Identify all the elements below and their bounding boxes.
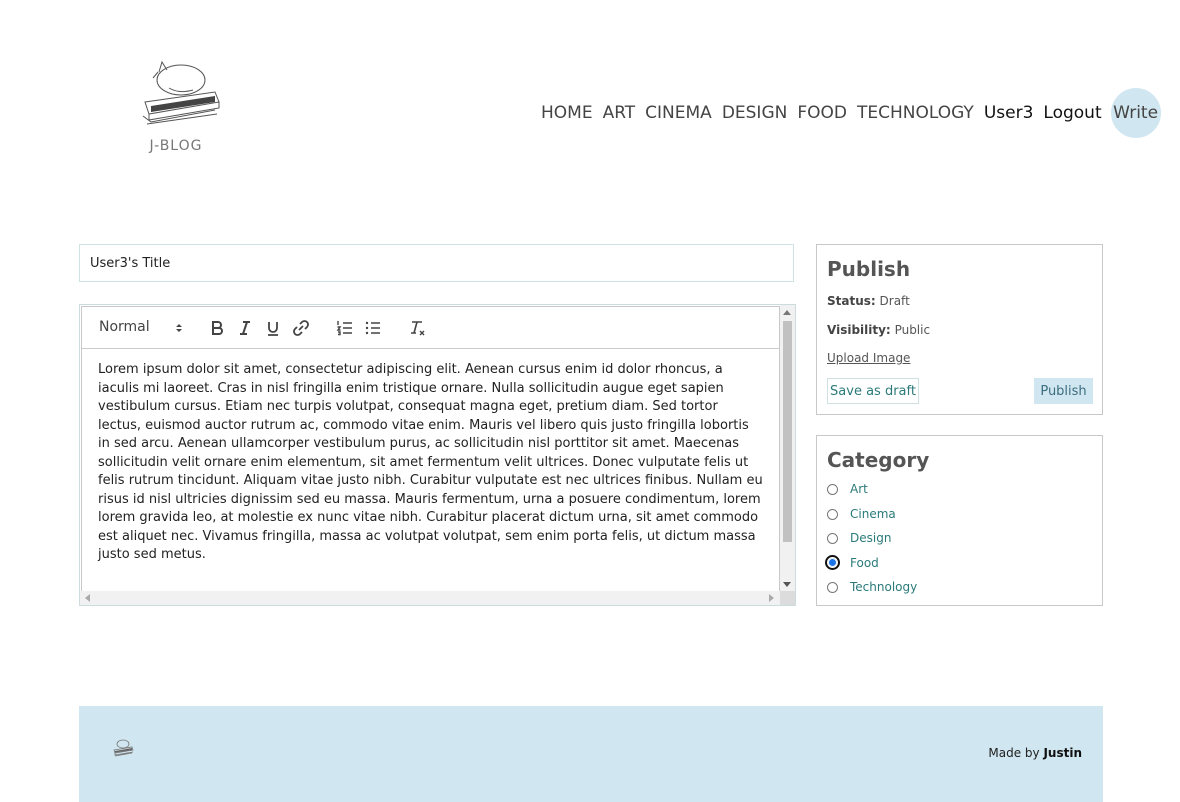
category-option-food[interactable]: Food [825, 555, 879, 570]
scroll-down-icon[interactable] [783, 582, 791, 587]
nav-link-design[interactable]: DESIGN [722, 103, 788, 123]
scrollbar-corner [780, 591, 795, 605]
underline-icon[interactable] [264, 319, 282, 337]
format-select-value: Normal [99, 319, 150, 335]
category-title: Category [827, 448, 930, 472]
category-label: Food [850, 555, 879, 570]
category-label: Art [850, 482, 868, 496]
italic-icon[interactable] [236, 319, 254, 337]
radio-button-selected[interactable] [825, 555, 840, 570]
logout-link[interactable]: Logout [1043, 103, 1101, 123]
nav-link-technology[interactable]: TECHNOLOGY [857, 103, 974, 123]
editor-toolbar: Normal [82, 307, 779, 349]
nav-username: User3 [983, 103, 1034, 123]
save-draft-button[interactable]: Save as draft [827, 378, 919, 404]
footer-logo-icon [113, 739, 134, 757]
status-label: Status: [827, 294, 876, 308]
made-by-credit: Made by Justin [988, 746, 1082, 760]
upload-image-link[interactable]: Upload Image [827, 351, 910, 365]
radio-button[interactable] [827, 532, 838, 544]
nav-link-cinema[interactable]: CINEMA [645, 103, 712, 123]
logo-text: J-BLOG [149, 138, 203, 154]
publish-title: Publish [827, 257, 911, 281]
radio-button[interactable] [827, 483, 838, 495]
post-title-input[interactable] [79, 244, 794, 282]
bold-icon[interactable] [208, 319, 226, 337]
nav-link-food[interactable]: FOOD [797, 103, 847, 123]
clear-format-icon[interactable] [408, 319, 426, 337]
main-nav: HOME ART CINEMA DESIGN FOOD TECHNOLOGY U… [541, 88, 1161, 138]
status-row: Status: Draft [827, 294, 910, 308]
category-option-art[interactable]: Art [827, 482, 868, 496]
nav-link-home[interactable]: HOME [541, 103, 593, 123]
select-arrows-icon [176, 324, 182, 332]
visibility-value: Public [894, 323, 931, 337]
category-option-cinema[interactable]: Cinema [827, 507, 896, 521]
radio-button[interactable] [827, 508, 838, 520]
format-select[interactable]: Normal [99, 319, 183, 335]
publish-panel: Publish Status: Draft Visibility: Public… [816, 244, 1103, 415]
scroll-right-icon[interactable] [769, 594, 774, 602]
editor-horizontal-scrollbar[interactable] [80, 591, 780, 605]
visibility-row: Visibility: Public [827, 323, 930, 337]
visibility-label: Visibility: [827, 323, 891, 337]
scroll-left-icon[interactable] [85, 594, 90, 602]
site-footer: Made by Justin [79, 706, 1103, 802]
scroll-up-icon[interactable] [783, 310, 791, 315]
nav-link-art[interactable]: ART [603, 103, 636, 123]
bullet-list-icon[interactable] [364, 319, 382, 337]
books-cat-logo-icon [142, 60, 220, 125]
status-value: Draft [879, 294, 910, 308]
editor-frame: Normal Lorem ipsum dolor sit amet, conse… [81, 306, 780, 592]
rich-text-editor: Normal Lorem ipsum dolor sit amet, conse… [79, 304, 796, 606]
category-panel: Category Art Cinema Design Food Technolo… [816, 435, 1103, 606]
write-button[interactable]: Write [1110, 88, 1161, 138]
author-name: Justin [1043, 746, 1082, 760]
category-option-design[interactable]: Design [827, 531, 891, 545]
link-icon[interactable] [292, 319, 310, 337]
category-label: Cinema [850, 507, 896, 521]
editor-content[interactable]: Lorem ipsum dolor sit amet, consectetur … [82, 349, 779, 577]
publish-button[interactable]: Publish [1034, 378, 1093, 404]
ordered-list-icon[interactable] [336, 319, 354, 337]
site-logo[interactable]: J-BLOG [130, 58, 230, 154]
category-option-technology[interactable]: Technology [827, 580, 917, 594]
category-label: Design [850, 531, 892, 545]
scroll-thumb[interactable] [783, 321, 792, 542]
editor-vertical-scrollbar[interactable] [780, 305, 795, 592]
radio-button[interactable] [827, 581, 838, 593]
category-label: Technology [850, 580, 918, 594]
made-by-label: Made by [988, 746, 1040, 760]
